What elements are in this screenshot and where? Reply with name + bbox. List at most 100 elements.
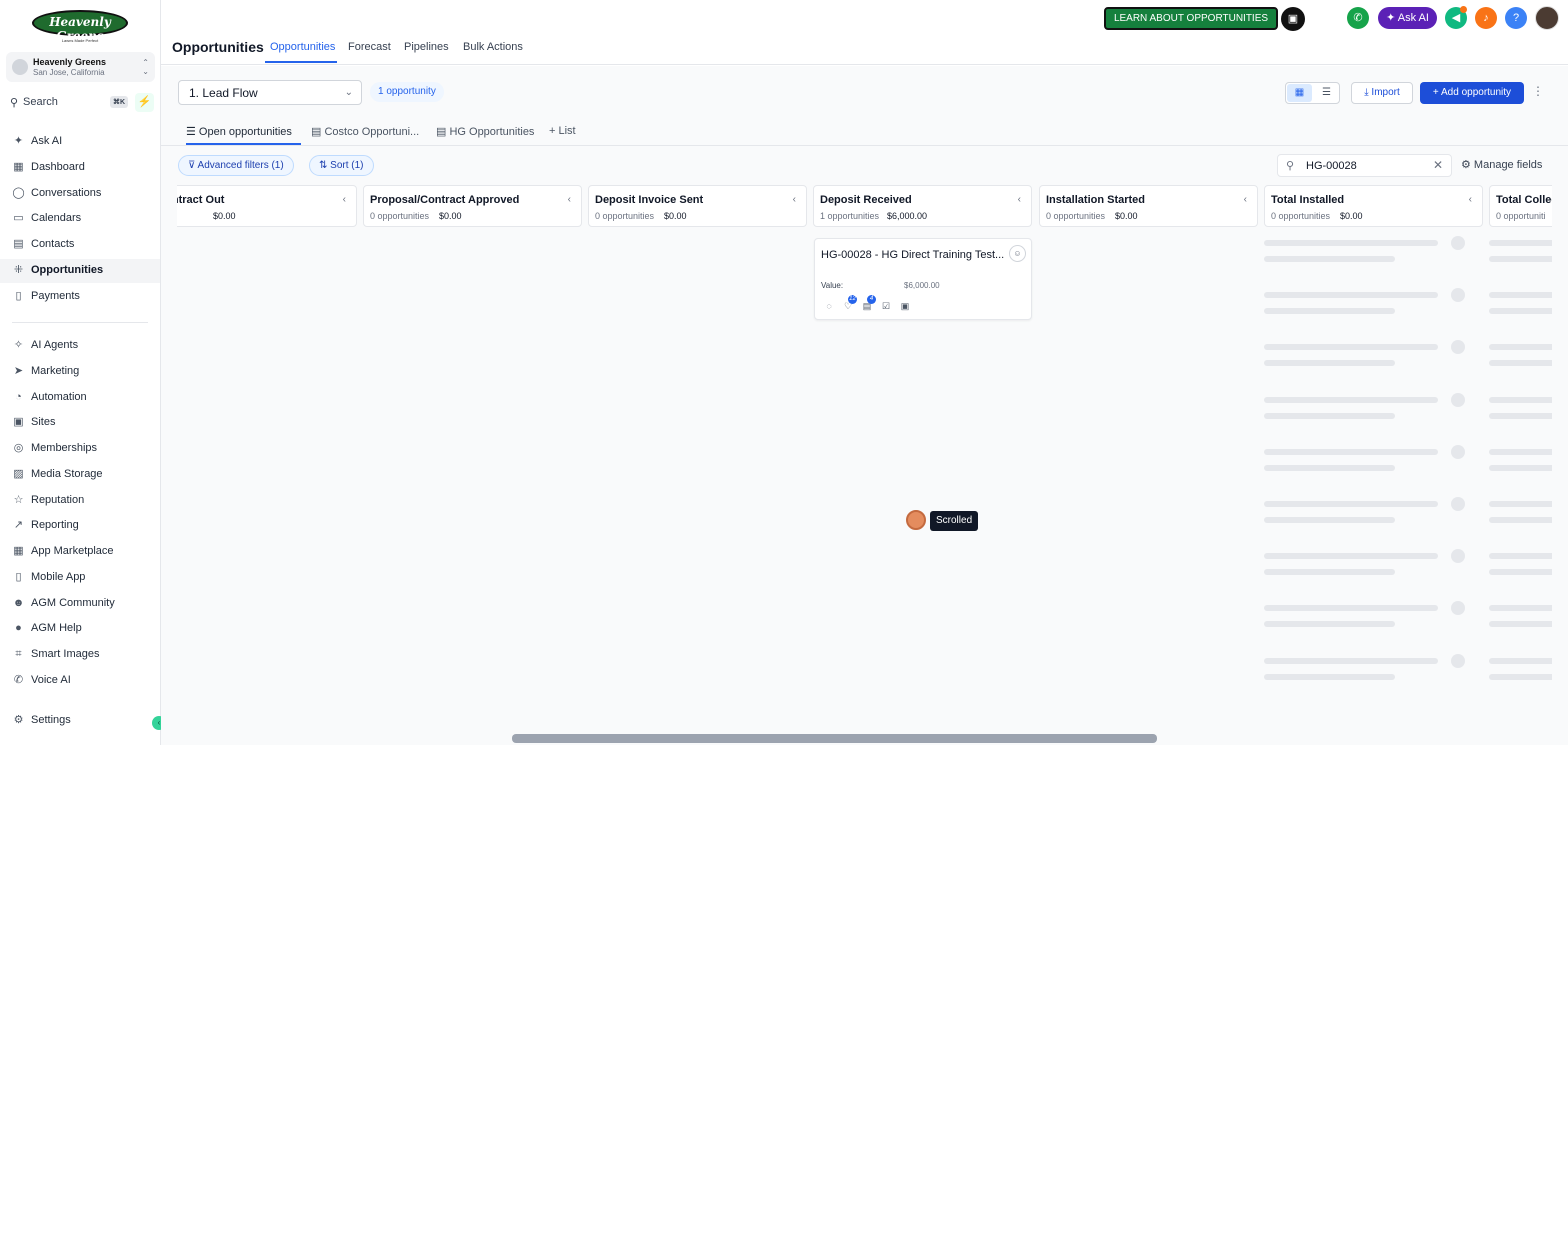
stage-title: Deposit Invoice Sent bbox=[595, 194, 704, 206]
sidebar-item-dashboard[interactable]: ▦ Dashboard bbox=[0, 156, 160, 180]
opportunity-value-label: Value: bbox=[821, 281, 844, 290]
tab-opportunities[interactable]: Opportunities bbox=[270, 41, 335, 53]
conversation-icon[interactable]: ◌ bbox=[821, 301, 837, 311]
stage-column-header[interactable]: Total Installed 0 opportunities $0.00 ‹ bbox=[1264, 185, 1483, 227]
smart-tab-open-opportunities[interactable]: ☰ Open opportunities bbox=[186, 125, 292, 138]
sidebar-item-ask-ai[interactable]: ✦ Ask AI bbox=[0, 130, 160, 154]
stage-column-header[interactable]: Deposit Received 1 opportunities $6,000.… bbox=[813, 185, 1032, 227]
sidebar-item-memberships[interactable]: ◎ Memberships bbox=[0, 437, 160, 461]
skeleton-dot bbox=[1451, 288, 1465, 303]
phone-call-icon[interactable]: ✆ bbox=[1347, 7, 1369, 29]
opportunity-card[interactable]: HG-00028 - HG Direct Training Test... ☺ … bbox=[814, 238, 1032, 320]
skeleton-line bbox=[1489, 621, 1552, 628]
quick-action-bolt-icon[interactable]: ⚡ bbox=[135, 93, 154, 112]
smart-tab-hg[interactable]: ▤ HG Opportunities bbox=[436, 125, 534, 138]
brand-logo[interactable]: Heavenly Greens Lawns Made Perfect bbox=[32, 8, 128, 43]
stage-column-header[interactable]: Installation Started 0 opportunities $0.… bbox=[1039, 185, 1258, 227]
pipeline-select[interactable]: 1. Lead Flow ⌄ bbox=[178, 80, 362, 105]
sidebar-item-label: Memberships bbox=[31, 442, 98, 454]
sort-button[interactable]: ⇅ Sort (1) bbox=[309, 155, 374, 176]
sidebar-item-media-storage[interactable]: ▨ Media Storage bbox=[0, 463, 160, 487]
sidebar-item-agm-community[interactable]: ☻ AGM Community bbox=[0, 592, 160, 616]
smart-tab-label: List bbox=[558, 125, 576, 137]
account-location: San Jose, California bbox=[33, 68, 105, 77]
sidebar-item-reporting[interactable]: ↗ Reporting bbox=[0, 514, 160, 538]
board-view-icon[interactable]: ▦ bbox=[1287, 84, 1312, 102]
import-button[interactable]: ⤓ Import bbox=[1351, 82, 1413, 104]
sidebar-item-sites[interactable]: ▣ Sites bbox=[0, 411, 160, 435]
bell-icon[interactable]: ♪ bbox=[1475, 7, 1497, 29]
add-opportunity-button[interactable]: + Add opportunity bbox=[1420, 82, 1524, 104]
sidebar-item-contacts[interactable]: ▤ Contacts bbox=[0, 233, 160, 257]
sidebar-item-automation[interactable]: ◔ Automation bbox=[0, 386, 160, 410]
skeleton-dot bbox=[1451, 497, 1465, 511]
sidebar-divider bbox=[12, 322, 148, 323]
manage-fields-button[interactable]: ⚙ Manage fields bbox=[1461, 158, 1542, 171]
skeleton-line bbox=[1489, 517, 1552, 523]
tab-forecast[interactable]: Forecast bbox=[348, 41, 391, 53]
tab-bulk-actions[interactable]: Bulk Actions bbox=[463, 41, 523, 53]
notification-dot bbox=[1460, 6, 1467, 13]
skeleton-line bbox=[1264, 360, 1395, 367]
more-options-icon[interactable]: ⋮ bbox=[1532, 84, 1544, 98]
sidebar-item-opportunities[interactable]: ⁜ Opportunities bbox=[0, 259, 160, 283]
sidebar-item-calendars[interactable]: ▭ Calendars bbox=[0, 207, 160, 231]
sidebar-item-marketing[interactable]: ➤ Marketing bbox=[0, 360, 160, 384]
smart-tab-add-list[interactable]: + List bbox=[549, 125, 576, 137]
appointment-icon[interactable]: ▣ bbox=[897, 301, 913, 312]
opportunity-search-input[interactable] bbox=[1306, 158, 1426, 174]
sidebar-item-label: Ask AI bbox=[31, 135, 63, 147]
sidebar-item-payments[interactable]: ▯ Payments bbox=[0, 285, 160, 309]
sidebar-item-app-marketplace[interactable]: ▦ App Marketplace bbox=[0, 540, 160, 564]
task-icon[interactable]: ☑ bbox=[878, 301, 894, 312]
collapse-column-icon[interactable]: ‹ bbox=[793, 194, 796, 205]
notes-icon[interactable]: ▤ 4 bbox=[859, 295, 876, 312]
stage-column-header[interactable]: al/Contract Out unities $0.00 ‹ bbox=[177, 185, 357, 227]
skeleton-line bbox=[1264, 240, 1438, 246]
sidebar-item-conversations[interactable]: ◯ Conversations bbox=[0, 182, 160, 206]
skeleton-dot bbox=[1451, 601, 1465, 616]
account-switcher[interactable]: Heavenly Greens San Jose, California ⌃ ⌄ bbox=[6, 52, 155, 82]
tag-icon[interactable]: ♡ 12 bbox=[840, 295, 857, 312]
stage-column-header[interactable]: Deposit Invoice Sent 0 opportunities $0.… bbox=[588, 185, 807, 227]
stage-column-header[interactable]: Proposal/Contract Approved 0 opportuniti… bbox=[363, 185, 582, 227]
view-toggle: ▦ ☰ bbox=[1285, 82, 1340, 104]
manage-fields-label: Manage fields bbox=[1473, 159, 1543, 171]
search-shortcut: ⌘K bbox=[109, 96, 128, 108]
note-count: 4 bbox=[867, 295, 876, 304]
stage-column-header[interactable]: Total Collec 0 opportuniti bbox=[1489, 185, 1552, 227]
sidebar-item-ai-agents[interactable]: ✧ AI Agents bbox=[0, 334, 160, 358]
collapse-column-icon[interactable]: ‹ bbox=[343, 194, 346, 205]
sidebar-item-agm-help[interactable]: ● AGM Help bbox=[0, 617, 160, 641]
collapse-column-icon[interactable]: ‹ bbox=[568, 194, 571, 205]
chat-bubble-icon[interactable]: ▣ bbox=[1281, 7, 1305, 31]
tab-pipelines[interactable]: Pipelines bbox=[404, 41, 449, 53]
help-icon[interactable]: ? bbox=[1505, 7, 1527, 29]
ai-agents-icon: ✧ bbox=[13, 339, 24, 351]
skeleton-line bbox=[1264, 256, 1395, 262]
assign-user-icon[interactable]: ☺ bbox=[1009, 245, 1026, 262]
chat-icon: ◯ bbox=[12, 187, 25, 199]
smart-tab-costco[interactable]: ▤ Costco Opportuni... bbox=[311, 125, 419, 138]
stage-title: Total Installed bbox=[1271, 194, 1345, 206]
learn-about-opportunities-button[interactable]: LEARN ABOUT OPPORTUNITIES bbox=[1104, 7, 1278, 30]
clear-search-icon[interactable]: ✕ bbox=[1433, 158, 1443, 172]
skeleton-line bbox=[1264, 501, 1438, 507]
user-avatar[interactable] bbox=[1535, 6, 1559, 30]
sidebar-search[interactable]: ⚲ Search ⌘K bbox=[6, 93, 130, 113]
ask-ai-button[interactable]: ✦ Ask AI bbox=[1378, 7, 1437, 29]
apps-icon: ▦ bbox=[13, 545, 24, 557]
collapse-column-icon[interactable]: ‹ bbox=[1469, 194, 1472, 205]
horizontal-scrollbar[interactable] bbox=[512, 734, 1157, 743]
sidebar-item-settings[interactable]: ⚙ Settings bbox=[0, 709, 160, 733]
sidebar-item-mobile-app[interactable]: ▯ Mobile App bbox=[0, 566, 160, 590]
advanced-filters-button[interactable]: ⊽ Advanced filters (1) bbox=[178, 155, 294, 176]
list-view-icon[interactable]: ☰ bbox=[1314, 84, 1339, 102]
sidebar-item-smart-images[interactable]: ⌗ Smart Images bbox=[0, 643, 160, 667]
skeleton-line bbox=[1489, 605, 1552, 612]
sidebar-item-voice-ai[interactable]: ✆ Voice AI bbox=[0, 669, 160, 693]
sidebar-item-reputation[interactable]: ☆ Reputation bbox=[0, 489, 160, 513]
collapse-column-icon[interactable]: ‹ bbox=[1018, 194, 1021, 205]
skeleton-line bbox=[1489, 256, 1552, 262]
collapse-column-icon[interactable]: ‹ bbox=[1244, 194, 1247, 205]
